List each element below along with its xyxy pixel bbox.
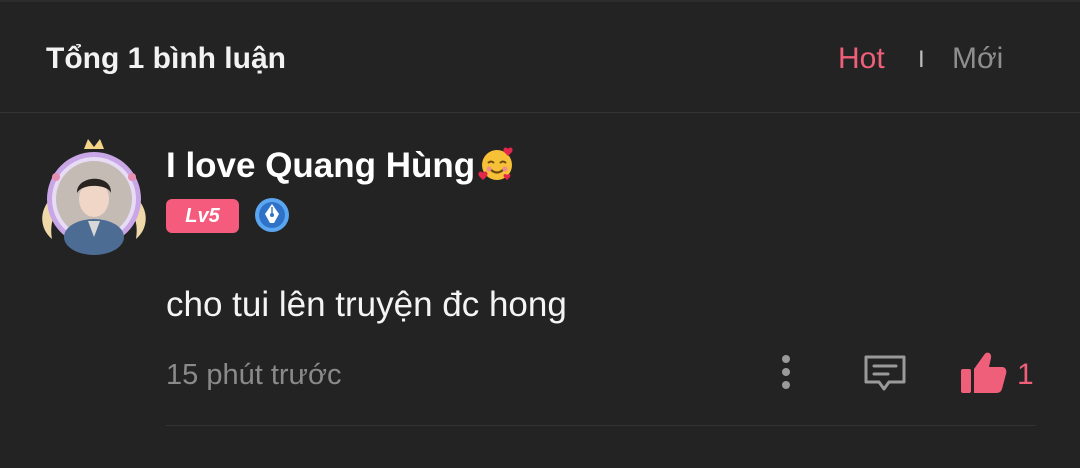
smiling-face-with-hearts-icon [478,147,513,180]
sort-new-tab[interactable]: Mới [952,42,1003,76]
comment-bubble-icon [864,355,906,391]
comments-header: Tổng 1 bình luận Hot I Mới [0,2,1080,112]
reply-button[interactable] [862,352,908,394]
comment-text: cho tui lên truyện đc hong [166,285,567,324]
comment-item: I love Quang Hùng Lv5 cho tui lên truyện… [0,113,1080,468]
avatar-frame-icon [42,139,146,255]
username-text: I love Quang Hùng [166,146,476,185]
more-options-button[interactable] [772,351,800,393]
more-vertical-icon [782,355,790,389]
like-count: 1 [1017,358,1034,391]
avatar[interactable] [38,137,150,257]
comment-divider [166,425,1036,426]
level-badge: Lv5 [166,199,239,233]
comment-timestamp: 15 phút trước [166,359,342,391]
sort-separator: I [918,46,925,73]
pen-nib-badge-icon [254,197,290,233]
comment-username[interactable]: I love Quang Hùng [166,143,517,186]
comments-count-title: Tổng 1 bình luận [46,42,286,75]
like-button[interactable] [958,349,1008,395]
thumbs-up-icon [961,352,1007,393]
sort-hot-tab[interactable]: Hot [838,42,885,76]
